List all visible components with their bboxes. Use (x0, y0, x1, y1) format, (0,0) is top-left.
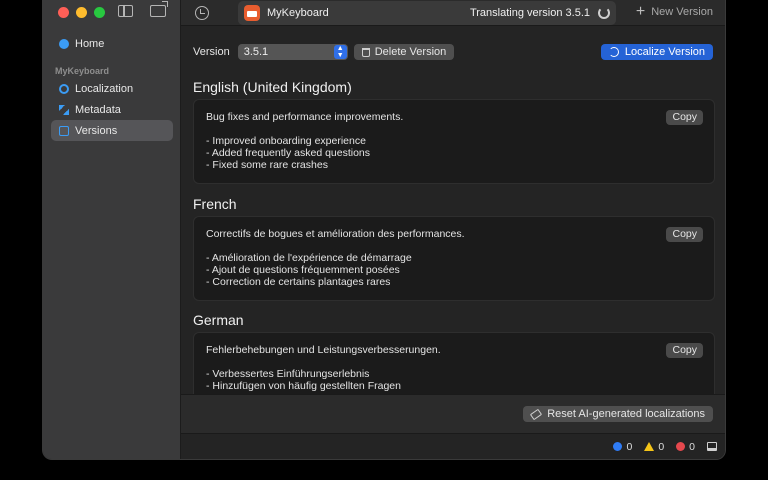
version-row: Version 3.5.1 ▲ ▼ Delete Version Localize… (193, 43, 713, 61)
sidebar-item-metadata[interactable]: Metadata (51, 99, 173, 120)
app-tab[interactable]: MyKeyboard Translating version 3.5.1 (238, 1, 616, 25)
info-count-value: 0 (626, 440, 633, 453)
sidebar-toggle-icon[interactable] (118, 5, 133, 17)
sidebar-item-home[interactable]: Home (51, 33, 173, 54)
tag-icon (530, 408, 543, 420)
release-notes-text[interactable]: Fehlerbehebungen und Leistungsverbesseru… (206, 344, 702, 392)
bottom-action-bar: Reset AI-generated localizations (181, 394, 725, 434)
zoom-button[interactable] (94, 7, 105, 18)
sidebar-item-localization[interactable]: Localization (51, 78, 173, 99)
copy-button[interactable]: Copy (666, 110, 703, 125)
sidebar-item-label: Versions (75, 124, 118, 137)
new-version-label: New Version (651, 6, 713, 18)
copy-button[interactable]: Copy (666, 227, 703, 242)
app-name: MyKeyboard (267, 7, 329, 19)
new-version-button[interactable]: + New Version (636, 4, 713, 20)
window-controls (58, 7, 105, 18)
plus-icon: + (635, 3, 646, 20)
language-heading: English (United Kingdom) (193, 79, 352, 95)
minimize-button[interactable] (76, 7, 87, 18)
status-bar: 0 0 0 (181, 433, 725, 459)
release-notes-text[interactable]: Bug fixes and performance improvements. … (206, 111, 702, 171)
info-icon (613, 442, 623, 451)
delete-version-label: Delete Version (374, 46, 447, 58)
status-text: Translating version 3.5.1 (469, 7, 590, 19)
language-heading: French (193, 196, 237, 212)
open-folder-icon[interactable] (150, 1, 168, 17)
reset-label: Reset AI-generated localizations (547, 408, 705, 420)
refresh-icon (608, 47, 619, 57)
localize-version-button[interactable]: Localize Version (600, 44, 713, 60)
progress-spinner-icon (598, 7, 610, 19)
toolbar: MyKeyboard Translating version 3.5.1 + N… (181, 0, 725, 26)
sidebar-item-versions[interactable]: Versions (51, 120, 173, 141)
release-notes-card: Correctifs de bogues et amélioration des… (193, 216, 715, 301)
trash-icon (361, 47, 370, 57)
history-icon[interactable] (195, 6, 209, 20)
main-content: Version 3.5.1 ▲ ▼ Delete Version Localize… (181, 26, 725, 459)
app-logo-icon (244, 5, 260, 21)
chevron-updown-icon: ▲ ▼ (333, 45, 347, 59)
error-count[interactable]: 0 (676, 441, 695, 453)
warning-count[interactable]: 0 (644, 441, 664, 453)
sidebar-item-label: Home (75, 37, 105, 50)
versions-icon (59, 125, 69, 136)
release-notes-card: Fehlerbehebungen und Leistungsverbesseru… (193, 332, 715, 402)
warning-count-value: 0 (658, 440, 665, 453)
app-window: Home MyKeyboard Localization Metadata Ve… (42, 0, 726, 460)
version-select[interactable]: 3.5.1 ▲ ▼ (237, 44, 348, 60)
language-heading: German (193, 312, 244, 328)
localize-version-label: Localize Version (624, 46, 705, 58)
release-notes-text[interactable]: Correctifs de bogues et amélioration des… (206, 228, 702, 288)
metadata-icon (59, 104, 69, 115)
sidebar: Home MyKeyboard Localization Metadata Ve… (43, 0, 181, 459)
home-icon (59, 38, 69, 49)
info-count[interactable]: 0 (613, 441, 632, 453)
globe-icon (59, 83, 69, 94)
version-label: Version (193, 46, 230, 58)
warning-icon (644, 442, 655, 451)
error-count-value: 0 (689, 440, 695, 453)
sidebar-item-label: Localization (75, 82, 134, 95)
reset-ai-localizations-button[interactable]: Reset AI-generated localizations (523, 406, 713, 422)
error-icon (676, 442, 686, 451)
sidebar-item-label: Metadata (75, 103, 121, 116)
version-select-value: 3.5.1 (243, 46, 269, 58)
copy-button[interactable]: Copy (666, 343, 703, 358)
release-notes-card: Bug fixes and performance improvements. … (193, 99, 715, 184)
sidebar-section-label: MyKeyboard (55, 66, 110, 76)
close-button[interactable] (58, 7, 69, 18)
delete-version-button[interactable]: Delete Version (353, 44, 455, 60)
panel-toggle-icon[interactable] (707, 442, 717, 451)
